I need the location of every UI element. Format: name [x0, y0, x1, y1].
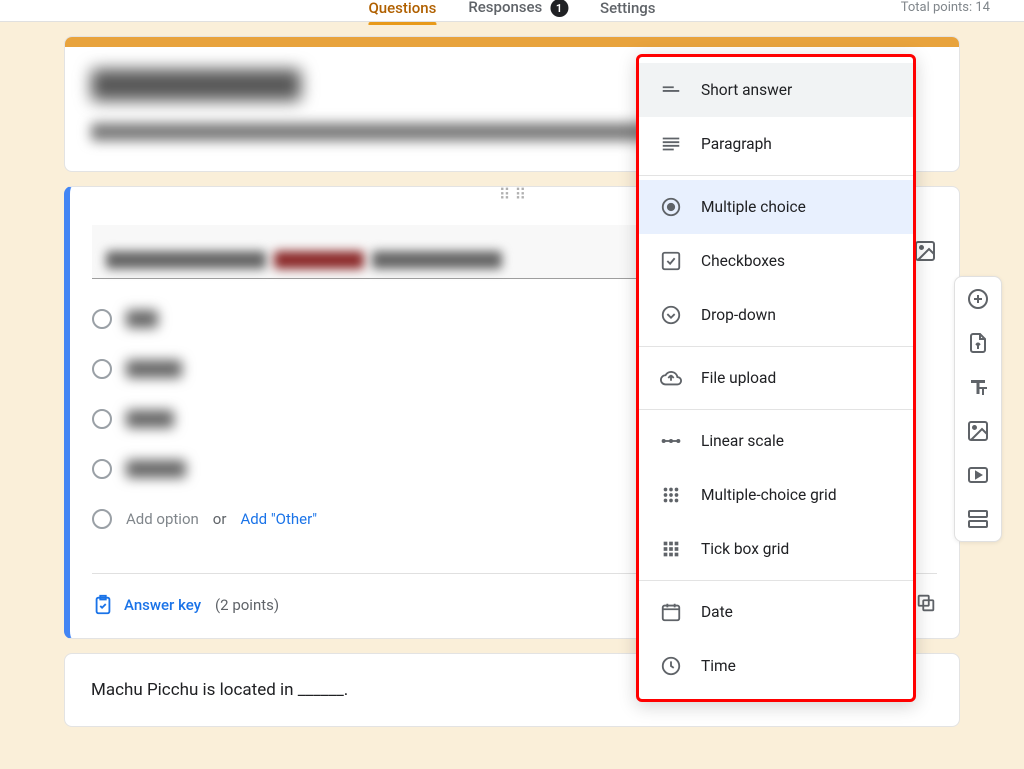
add-title-icon[interactable] [966, 375, 990, 399]
tab-responses-label: Responses [468, 0, 542, 16]
menu-label: Short answer [701, 81, 792, 99]
radio-icon [92, 509, 112, 529]
menu-mc-grid[interactable]: Multiple-choice grid [639, 468, 913, 522]
option-label-2 [126, 360, 182, 378]
menu-separator [639, 346, 913, 347]
tab-responses[interactable]: Responses 1 [468, 0, 568, 23]
form-title-blurred [91, 69, 301, 101]
question-text-blurred-2 [274, 251, 364, 269]
question-text-blurred-3 [372, 251, 502, 269]
total-points-label: Total points: 14 [901, 0, 990, 15]
grid-radio-icon [659, 483, 683, 507]
menu-label: Multiple choice [701, 198, 806, 216]
add-image-icon[interactable] [966, 419, 990, 443]
checkbox-icon [659, 249, 683, 273]
option-label-3 [126, 410, 174, 428]
question-text-blurred-1 [106, 251, 266, 269]
dropdown-icon [659, 303, 683, 327]
menu-label: Linear scale [701, 432, 784, 450]
menu-label: Multiple-choice grid [701, 486, 837, 504]
menu-short-answer[interactable]: Short answer [639, 63, 913, 117]
form-description-blurred [91, 123, 651, 141]
responses-badge: 1 [550, 0, 568, 17]
menu-label: File upload [701, 369, 776, 387]
radio-icon [659, 195, 683, 219]
menu-label: Date [701, 603, 733, 621]
menu-label: Paragraph [701, 135, 772, 153]
add-other-link[interactable]: Add "Other" [240, 510, 317, 528]
menu-label: Drop-down [701, 306, 776, 324]
answer-key-button[interactable]: Answer key [92, 594, 201, 616]
or-separator: or [213, 510, 227, 528]
menu-label: Tick box grid [701, 540, 789, 558]
paragraph-icon [659, 132, 683, 156]
menu-tickbox-grid[interactable]: Tick box grid [639, 522, 913, 576]
menu-dropdown[interactable]: Drop-down [639, 288, 913, 342]
question-points: (2 points) [215, 596, 279, 614]
radio-icon [92, 359, 112, 379]
menu-file-upload[interactable]: File upload [639, 351, 913, 405]
add-question-icon[interactable] [966, 287, 990, 311]
menu-separator [639, 409, 913, 410]
radio-icon [92, 309, 112, 329]
add-image-to-question-icon[interactable] [913, 239, 937, 263]
menu-label: Time [701, 657, 736, 675]
answer-key-label: Answer key [124, 596, 201, 614]
menu-paragraph[interactable]: Paragraph [639, 117, 913, 171]
add-option-link[interactable]: Add option [126, 510, 199, 528]
add-video-icon[interactable] [966, 463, 990, 487]
date-icon [659, 600, 683, 624]
add-section-icon[interactable] [966, 507, 990, 531]
question-type-menu: Short answer Paragraph Multiple choice C… [636, 54, 916, 702]
radio-icon [92, 409, 112, 429]
grid-check-icon [659, 537, 683, 561]
time-icon [659, 654, 683, 678]
import-questions-icon[interactable] [966, 331, 990, 355]
menu-linear-scale[interactable]: Linear scale [639, 414, 913, 468]
menu-label: Checkboxes [701, 252, 785, 270]
menu-checkboxes[interactable]: Checkboxes [639, 234, 913, 288]
upload-icon [659, 366, 683, 390]
menu-date[interactable]: Date [639, 585, 913, 639]
menu-multiple-choice[interactable]: Multiple choice [639, 180, 913, 234]
duplicate-question-icon[interactable] [915, 592, 937, 618]
menu-time[interactable]: Time [639, 639, 913, 693]
title-accent-bar [65, 37, 959, 47]
option-label-4 [126, 460, 186, 478]
menu-separator [639, 580, 913, 581]
linear-scale-icon [659, 429, 683, 453]
option-label-1 [126, 310, 158, 328]
side-toolbar [954, 276, 1002, 542]
tab-questions[interactable]: Questions [368, 0, 436, 23]
clipboard-check-icon [92, 594, 114, 616]
radio-icon [92, 459, 112, 479]
tab-settings[interactable]: Settings [600, 0, 656, 23]
short-answer-icon [659, 78, 683, 102]
tabs-bar: Questions Responses 1 Settings Total poi… [0, 0, 1024, 22]
menu-separator [639, 175, 913, 176]
